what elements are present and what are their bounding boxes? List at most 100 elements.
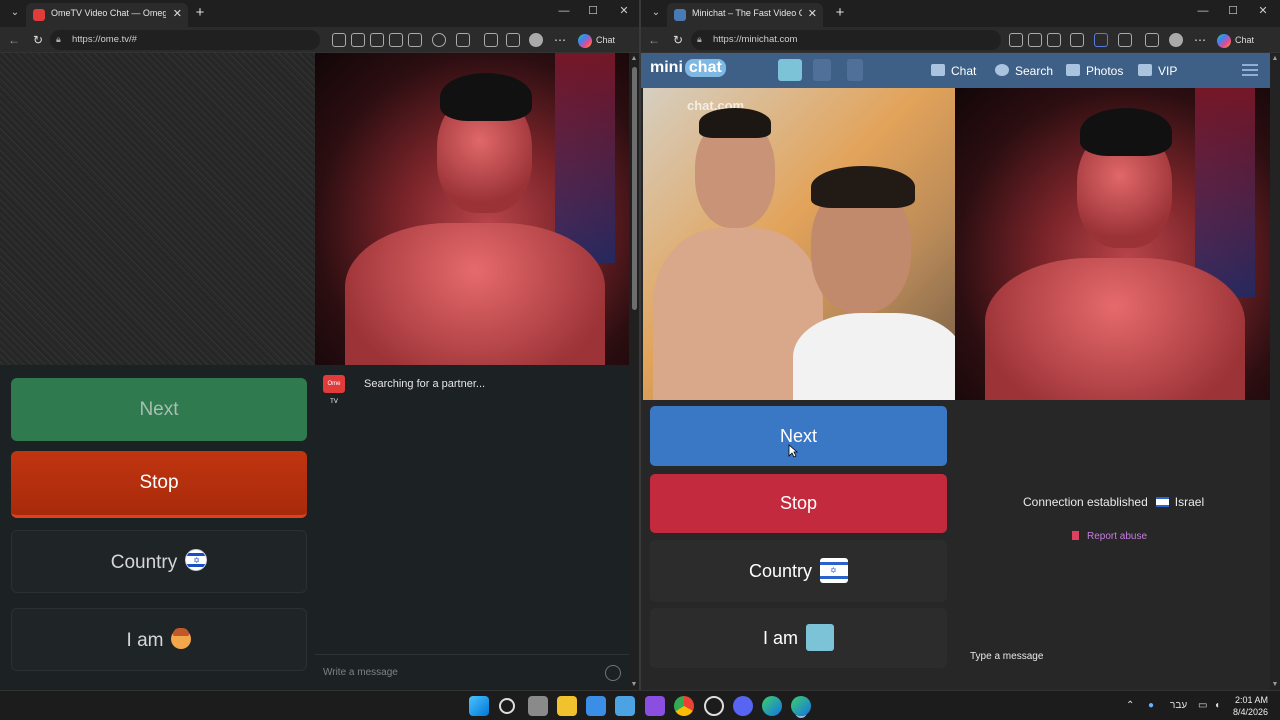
favorite-star-icon[interactable] xyxy=(1047,33,1061,47)
stop-button[interactable]: Stop xyxy=(650,474,947,533)
store-icon[interactable] xyxy=(586,696,606,716)
tab-list-chevron-icon[interactable]: ⌄ xyxy=(647,4,665,22)
profile-avatar-icon[interactable] xyxy=(529,33,543,47)
favorites-icon[interactable] xyxy=(847,59,863,81)
url-field[interactable]: 🔒︎ https://ome.tv/# xyxy=(50,30,320,50)
message-input[interactable]: Write a message xyxy=(315,654,629,690)
profile-avatar-icon[interactable] xyxy=(778,59,802,81)
volume-icon[interactable]: ◖ xyxy=(1214,700,1220,711)
close-window-icon[interactable]: ✕ xyxy=(609,2,639,20)
favorite-star-icon[interactable] xyxy=(408,33,422,47)
report-abuse-link[interactable]: Report abuse xyxy=(1072,531,1147,542)
reload-icon[interactable]: ↻ xyxy=(669,31,687,49)
minichat-logo[interactable]: mini chat xyxy=(650,59,726,77)
minimize-icon[interactable]: — xyxy=(1188,2,1218,20)
profile-avatar-icon[interactable] xyxy=(1169,33,1183,47)
refresh-extension-icon[interactable] xyxy=(1118,33,1132,47)
next-button[interactable]: Next xyxy=(11,378,307,441)
search-icon[interactable] xyxy=(499,698,515,714)
nav-vip[interactable]: VIP xyxy=(1138,64,1177,78)
lock-extension-icon[interactable] xyxy=(1070,33,1084,47)
hamburger-menu-icon[interactable] xyxy=(1242,64,1258,76)
microphone-icon[interactable]: ● xyxy=(1148,700,1154,711)
back-arrow-icon[interactable]: ← xyxy=(645,31,663,49)
webcam-banner xyxy=(555,53,615,263)
collections-icon[interactable] xyxy=(1145,33,1159,47)
message-placeholder: Type a message xyxy=(970,651,1044,662)
scroll-down-icon[interactable]: ▼ xyxy=(1270,681,1280,688)
scroll-up-icon[interactable]: ▲ xyxy=(629,55,639,62)
url-field[interactable]: 🔒︎ https://minichat.com xyxy=(691,30,1001,50)
copilot-chat-button[interactable]: Chat xyxy=(1217,32,1254,48)
copilot-label: Chat xyxy=(1235,35,1255,45)
edge-icon[interactable] xyxy=(762,696,782,716)
page-scrollbar[interactable]: ▲ ▼ xyxy=(629,53,639,690)
maximize-icon[interactable]: ☐ xyxy=(578,2,608,20)
tab-close-icon[interactable]: ✕ xyxy=(173,7,182,20)
collections-icon[interactable] xyxy=(506,33,520,47)
edge-active-icon[interactable] xyxy=(791,696,811,716)
page-scrollbar[interactable]: ▲ ▼ xyxy=(1270,53,1280,690)
scroll-thumb[interactable] xyxy=(632,67,637,310)
webcam-person-torso xyxy=(985,258,1245,400)
refresh-extension-icon[interactable] xyxy=(456,33,470,47)
back-arrow-icon[interactable]: ← xyxy=(5,31,23,49)
nav-search[interactable]: Search xyxy=(995,64,1053,78)
file-explorer-icon[interactable] xyxy=(557,696,577,716)
country-button[interactable]: Country ✡ xyxy=(11,530,307,593)
network-icon[interactable]: ▭ xyxy=(1198,700,1207,711)
reader-icon[interactable] xyxy=(1028,33,1042,47)
camera-icon[interactable] xyxy=(1009,33,1023,47)
scroll-up-icon[interactable]: ▲ xyxy=(1270,55,1280,62)
reader-icon[interactable] xyxy=(389,33,403,47)
new-tab-icon[interactable]: + xyxy=(831,4,849,22)
emoji-picker-icon[interactable] xyxy=(605,665,621,681)
tab-ometv[interactable]: OmeTV Video Chat — Omegle ✕ xyxy=(26,3,188,27)
nav-photos-label: Photos xyxy=(1086,64,1124,78)
new-tab-icon[interactable]: + xyxy=(191,4,209,22)
iam-button[interactable]: I am xyxy=(11,608,307,671)
language-indicator[interactable]: עבר xyxy=(1170,700,1187,711)
message-input[interactable]: Type a message xyxy=(970,651,1043,662)
shield-extension-icon[interactable] xyxy=(1094,33,1108,47)
nav-chat[interactable]: Chat xyxy=(931,64,976,78)
extension-icon[interactable] xyxy=(432,33,446,47)
maximize-icon[interactable]: ☐ xyxy=(1218,2,1248,20)
minimize-icon[interactable]: — xyxy=(549,2,579,20)
tab-close-icon[interactable]: ✕ xyxy=(808,7,817,20)
tracking-prevention-icon[interactable] xyxy=(370,33,384,47)
site-info-icon[interactable]: 🔒︎ xyxy=(697,34,702,45)
discord-icon[interactable] xyxy=(733,696,753,716)
tray-chevron-icon[interactable]: ⌃ xyxy=(1126,700,1134,711)
next-button[interactable]: Next xyxy=(650,406,947,466)
scroll-down-icon[interactable]: ▼ xyxy=(629,681,639,688)
task-view-icon[interactable] xyxy=(528,696,548,716)
site-info-icon[interactable]: 🔒︎ xyxy=(56,34,61,45)
address-bar: ← ↻ 🔒︎ https://minichat.com ⋯ Chat xyxy=(641,27,1280,53)
chrome-icon[interactable] xyxy=(674,696,694,716)
clock[interactable]: 2:01 AM 8/4/2026 xyxy=(1233,694,1268,718)
close-window-icon[interactable]: ✕ xyxy=(1248,2,1278,20)
apps-icon[interactable] xyxy=(351,33,365,47)
ometv-favicon-icon xyxy=(33,9,45,21)
tab-list-chevron-icon[interactable]: ⌄ xyxy=(6,4,24,22)
country-button[interactable]: Country ✡ xyxy=(650,540,947,602)
more-menu-icon[interactable]: ⋯ xyxy=(551,31,569,49)
messages-icon[interactable] xyxy=(813,59,831,81)
start-icon[interactable] xyxy=(469,696,489,716)
puzzle-icon[interactable] xyxy=(484,33,498,47)
partner-video-static xyxy=(0,53,315,365)
stop-button[interactable]: Stop xyxy=(11,451,307,518)
app-icon[interactable] xyxy=(704,696,724,716)
camera-icon[interactable] xyxy=(332,33,346,47)
more-menu-icon[interactable]: ⋯ xyxy=(1191,31,1209,49)
nav-photos[interactable]: Photos xyxy=(1066,64,1123,78)
app-purple-icon[interactable] xyxy=(645,696,665,716)
tab-minichat[interactable]: Minichat – The Fast Video Chat ✕ xyxy=(667,3,823,27)
photos-app-icon[interactable] xyxy=(615,696,635,716)
reload-icon[interactable]: ↻ xyxy=(29,31,47,49)
partner-person-right-hair xyxy=(811,166,915,208)
copilot-chat-button[interactable]: Chat xyxy=(578,32,615,48)
iam-button[interactable]: I am xyxy=(650,608,947,668)
country-label: Country xyxy=(110,552,178,573)
